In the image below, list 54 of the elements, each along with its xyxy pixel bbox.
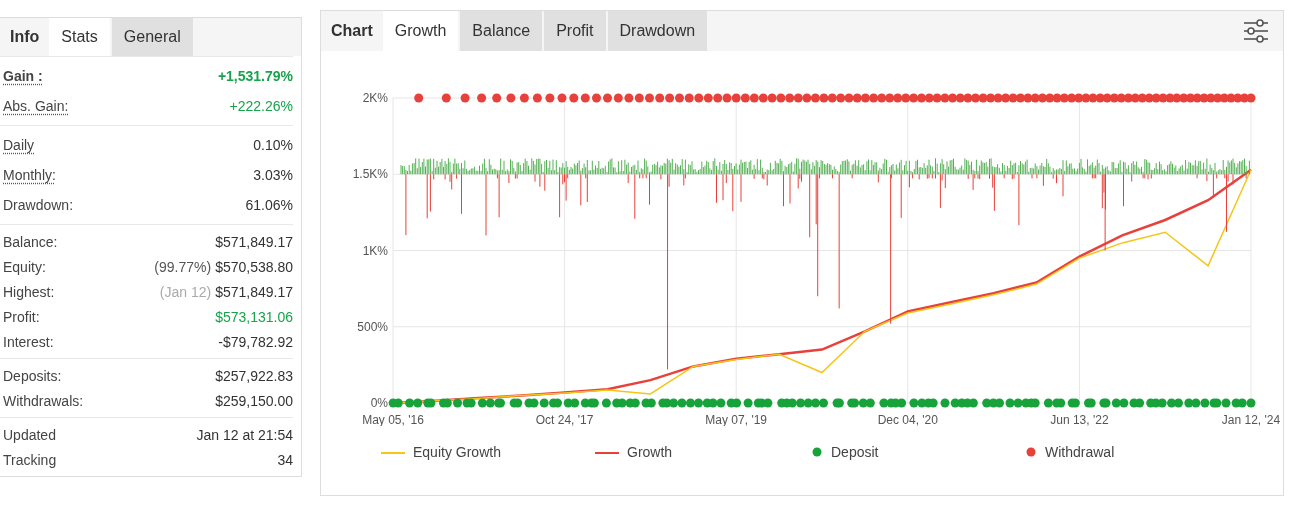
axis-label: May 07, '19: [705, 413, 768, 426]
axis-label: May 05, '16: [362, 413, 424, 426]
stat-label: Drawdown:: [3, 197, 74, 213]
axis-label: Jun 13, '22: [1050, 413, 1109, 426]
stat-value: 61.06%: [245, 197, 293, 213]
stat-value: -$79,782.92: [218, 333, 293, 350]
stat-label: Tracking: [3, 451, 57, 468]
stat-label: Highest:: [3, 283, 55, 300]
value-note: (Jan 12): [159, 283, 212, 300]
axis-label: 1K%: [362, 243, 388, 258]
stat-value: $259,150.00: [215, 392, 293, 409]
stat-value: 0.10%: [253, 137, 293, 153]
tab[interactable]: Stats: [49, 18, 110, 56]
stat-value: $571,849.17: [215, 233, 293, 250]
stat-value: 3.03%: [253, 167, 293, 183]
tab[interactable]: Growth: [382, 11, 459, 51]
axis-label: 1.5K%: [352, 167, 388, 182]
settings-icon[interactable]: [1243, 19, 1269, 43]
axis-label: Oct 24, '17: [535, 413, 594, 426]
legend-label[interactable]: Equity Growth: [413, 444, 501, 460]
tab[interactable]: General: [111, 18, 193, 56]
stat-value: Jan 12 at 21:54: [196, 426, 293, 443]
stat-label: Gain :: [3, 68, 43, 84]
value-note: (99.77%): [154, 258, 212, 275]
axis-label: 0%: [370, 396, 388, 410]
axis-label: 500%: [357, 319, 388, 334]
stat-label: Updated: [3, 426, 56, 443]
stat-label: Monthly:: [3, 167, 56, 183]
panel-title: Chart: [330, 21, 374, 41]
stat-value: 34: [277, 451, 293, 468]
stat-label: Abs. Gain:: [3, 98, 69, 114]
axis-label: Jan 12, '24: [1221, 413, 1281, 426]
stat-label: Deposits:: [3, 367, 62, 384]
stat-value: +1,531.79%: [217, 68, 293, 84]
legend-label[interactable]: Withdrawal: [1045, 444, 1115, 460]
stat-value: +222.26%: [229, 98, 293, 114]
axis-label: Dec 04, '20: [877, 413, 938, 426]
tab[interactable]: Balance: [460, 11, 543, 51]
stat-value: $573,131.06: [215, 308, 293, 325]
stat-value: $257,922.83: [215, 367, 293, 384]
tab[interactable]: Drawdown: [607, 11, 708, 51]
legend-label[interactable]: Growth: [627, 444, 673, 460]
stat-label: Profit:: [3, 308, 40, 325]
panel-title: Info: [9, 27, 41, 47]
stat-label: Daily: [3, 137, 35, 153]
stat-label: Interest:: [3, 333, 54, 350]
stat-label: Balance:: [3, 233, 58, 250]
stat-label: Equity:: [3, 258, 46, 275]
stat-value: $570,538.80: [215, 258, 293, 275]
tab[interactable]: Profit: [544, 11, 606, 51]
stat-value: $571,849.17: [215, 283, 293, 300]
axis-label: 2K%: [362, 91, 388, 105]
legend-label[interactable]: Deposit: [831, 444, 879, 460]
stat-label: Withdrawals:: [3, 392, 84, 409]
